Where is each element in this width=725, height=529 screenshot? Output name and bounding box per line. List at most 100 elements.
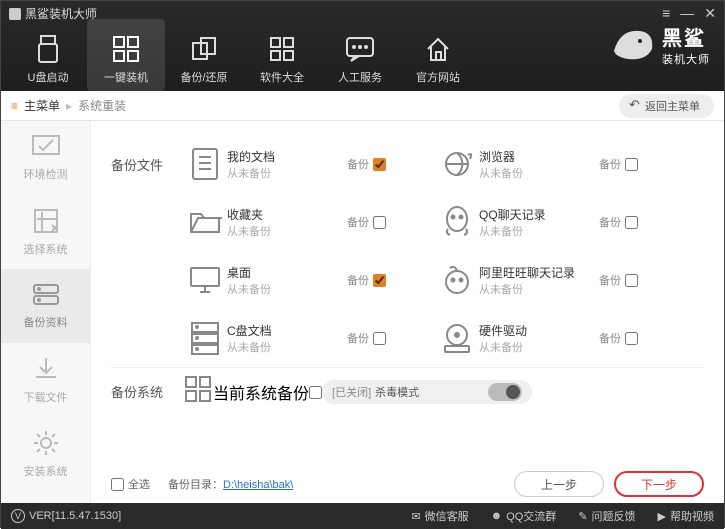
- prev-step-button[interactable]: 上一步: [514, 471, 604, 497]
- backup-checkbox-desktop[interactable]: [373, 274, 386, 287]
- backup-checkbox-favorites[interactable]: [373, 216, 386, 229]
- backup-row: 收藏夹从未备份 备份 QQ聊天记录从未备份 备份: [111, 193, 704, 251]
- app-logo-icon: [9, 8, 21, 20]
- select-all-checkbox[interactable]: [111, 478, 124, 491]
- backup-checkbox-wangwang[interactable]: [625, 274, 638, 287]
- item-name: 我的文档: [227, 148, 347, 165]
- ie-icon: [435, 144, 479, 184]
- nav-label: 官方网站: [416, 69, 460, 85]
- item-status: 从未备份: [479, 223, 599, 239]
- select-all[interactable]: 全选: [111, 476, 150, 492]
- step-download[interactable]: 下载文件: [1, 343, 90, 417]
- nav-support[interactable]: 人工服务: [321, 19, 399, 91]
- wechat-icon: ✉: [411, 510, 420, 523]
- shark-icon: [610, 21, 656, 67]
- window-controls: ≡ — ✕: [662, 5, 716, 22]
- item-status: 从未备份: [479, 281, 599, 297]
- step-label: 备份资料: [24, 314, 68, 330]
- section-title-files: 备份文件: [111, 155, 183, 174]
- nav-usb-boot[interactable]: U盘启动: [9, 19, 87, 91]
- antivirus-toggle[interactable]: [488, 383, 522, 401]
- antivirus-mode-pill: [已关闭] 杀毒模式: [322, 380, 532, 404]
- video-icon: ▶: [658, 510, 666, 523]
- status-link-help-video[interactable]: ▶帮助视频: [658, 508, 714, 524]
- nav-label: 软件大全: [260, 69, 304, 85]
- step-env-check[interactable]: 环境检测: [1, 121, 90, 195]
- system-backup-row: 备份系统 当前系统 备份 [已关闭] 杀毒模式: [111, 367, 704, 415]
- step-backup-data[interactable]: 备份资料: [1, 269, 90, 343]
- close-icon[interactable]: ✕: [704, 5, 716, 22]
- status-link-wechat[interactable]: ✉微信客服: [411, 508, 468, 524]
- nav-website[interactable]: 官方网站: [399, 19, 477, 91]
- nav-label: 备份/还原: [180, 69, 227, 85]
- step-label: 选择系统: [24, 241, 68, 257]
- item-name: 阿里旺旺聊天记录: [479, 264, 599, 281]
- usb-icon: [35, 31, 61, 67]
- item-name: 硬件驱动: [479, 322, 599, 339]
- content-footer: 全选 备份目录：D:\heisha\bak\ 上一步 下一步: [111, 471, 704, 497]
- step-label: 安装系统: [24, 463, 68, 479]
- breadcrumb-root[interactable]: 主菜单: [24, 97, 60, 114]
- backup-checkbox-docs[interactable]: [373, 158, 386, 171]
- nav-one-click-install[interactable]: 一键装机: [87, 19, 165, 91]
- backup-dir: 备份目录：D:\heisha\bak\: [168, 476, 293, 492]
- qq-icon: [435, 202, 479, 242]
- nav-backup-restore[interactable]: 备份/还原: [165, 19, 243, 91]
- checkbox-label: 备份: [347, 330, 369, 346]
- item-status: 从未备份: [227, 165, 347, 181]
- windows-grid-icon: [183, 374, 213, 409]
- window-title: 黑鲨装机大师: [25, 5, 97, 22]
- return-main-menu-button[interactable]: 返回主菜单: [619, 94, 714, 118]
- step-install[interactable]: 安装系统: [1, 417, 90, 491]
- backup-checkbox-browser[interactable]: [625, 158, 638, 171]
- checkbox-label: 备份: [347, 156, 369, 172]
- status-link-qq-group[interactable]: ☻QQ交流群: [491, 508, 557, 524]
- backup-checkbox-qq[interactable]: [625, 216, 638, 229]
- antivirus-status: [已关闭]: [332, 384, 371, 400]
- apps-icon: [268, 31, 296, 67]
- backup-checkbox-cdrive[interactable]: [373, 332, 386, 345]
- backup-row: C盘文档从未备份 备份 硬件驱动从未备份 备份: [111, 309, 704, 367]
- checkbox-label: 备份: [599, 214, 621, 230]
- backup-dir-link[interactable]: D:\heisha\bak\: [223, 479, 293, 491]
- version-info: VVER[11.5.47.1530]: [11, 509, 121, 523]
- checkbox-label: 备份: [599, 272, 621, 288]
- minimize-icon[interactable]: —: [680, 5, 694, 22]
- checkbox-label: 备份: [347, 272, 369, 288]
- home-icon: [424, 31, 452, 67]
- harddrive-icon: [435, 318, 479, 358]
- checkbox-label: 备份: [599, 330, 621, 346]
- desktop-icon: [183, 260, 227, 300]
- app-header: 黑鲨装机大师 ≡ — ✕ U盘启动 一键装机 备份/还原 软件大全 人工服务 官…: [1, 1, 724, 91]
- antivirus-label: 杀毒模式: [375, 384, 419, 400]
- qq-group-icon: ☻: [491, 510, 503, 522]
- step-select-system[interactable]: 选择系统: [1, 195, 90, 269]
- nav-label: 一键装机: [104, 69, 148, 85]
- menu-icon[interactable]: ≡: [662, 5, 670, 22]
- backup-checkbox-drivers[interactable]: [625, 332, 638, 345]
- document-icon: [183, 144, 227, 184]
- item-status: 从未备份: [227, 223, 347, 239]
- breadcrumb: ≡ 主菜单 ▸ 系统重装 返回主菜单: [1, 91, 724, 121]
- checkbox-label: 备份: [347, 214, 369, 230]
- windows-icon: [111, 31, 141, 67]
- item-name: 浏览器: [479, 148, 599, 165]
- next-step-button[interactable]: 下一步: [614, 471, 704, 497]
- wangwang-icon: [435, 260, 479, 300]
- nav-label: U盘启动: [28, 69, 69, 85]
- backup-checkbox-system[interactable]: [309, 386, 322, 399]
- item-status: 从未备份: [227, 339, 347, 355]
- list-icon: ≡: [11, 99, 18, 113]
- window-title-row: 黑鲨装机大师: [9, 5, 97, 22]
- step-label: 下载文件: [24, 389, 68, 405]
- item-name: 当前系统: [213, 386, 277, 403]
- checkbox-label: 备份: [599, 156, 621, 172]
- nav-software[interactable]: 软件大全: [243, 19, 321, 91]
- item-name: 桌面: [227, 264, 347, 281]
- section-title-system: 备份系统: [111, 382, 183, 401]
- backup-row: 备份文件 我的文档从未备份 备份 浏览器从未备份 备份: [111, 135, 704, 193]
- status-link-feedback[interactable]: ✎问题反馈: [578, 508, 635, 524]
- item-name: 收藏夹: [227, 206, 347, 223]
- backup-dir-label: 备份目录：: [168, 479, 223, 491]
- version-icon: V: [11, 509, 25, 523]
